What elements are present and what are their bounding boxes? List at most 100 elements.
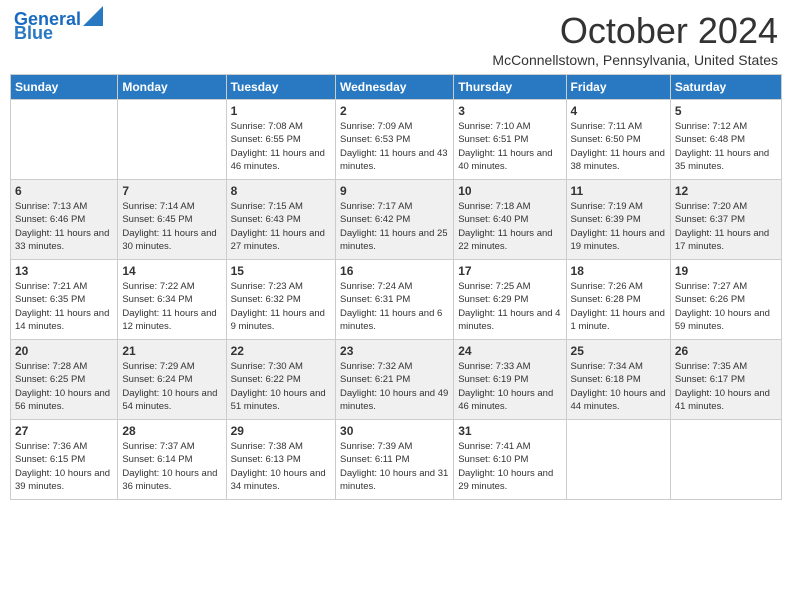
header-cell-sunday: Sunday xyxy=(11,75,118,100)
day-info: Sunrise: 7:10 AMSunset: 6:51 PMDaylight:… xyxy=(458,120,561,173)
day-info: Sunrise: 7:32 AMSunset: 6:21 PMDaylight:… xyxy=(340,360,449,413)
day-info: Sunrise: 7:26 AMSunset: 6:28 PMDaylight:… xyxy=(571,280,666,333)
day-info: Sunrise: 7:30 AMSunset: 6:22 PMDaylight:… xyxy=(231,360,331,413)
day-number: 18 xyxy=(571,264,666,278)
calendar-cell: 21 Sunrise: 7:29 AMSunset: 6:24 PMDayligh… xyxy=(118,340,226,420)
calendar-cell: 26 Sunrise: 7:35 AMSunset: 6:17 PMDayligh… xyxy=(670,340,781,420)
day-info: Sunrise: 7:11 AMSunset: 6:50 PMDaylight:… xyxy=(571,120,666,173)
calendar-cell: 1 Sunrise: 7:08 AMSunset: 6:55 PMDaylight… xyxy=(226,100,335,180)
day-number: 29 xyxy=(231,424,331,438)
calendar-cell: 23 Sunrise: 7:32 AMSunset: 6:21 PMDayligh… xyxy=(336,340,454,420)
day-info: Sunrise: 7:35 AMSunset: 6:17 PMDaylight:… xyxy=(675,360,777,413)
day-number: 31 xyxy=(458,424,561,438)
day-info: Sunrise: 7:24 AMSunset: 6:31 PMDaylight:… xyxy=(340,280,449,333)
day-number: 9 xyxy=(340,184,449,198)
day-info: Sunrise: 7:25 AMSunset: 6:29 PMDaylight:… xyxy=(458,280,561,333)
day-info: Sunrise: 7:08 AMSunset: 6:55 PMDaylight:… xyxy=(231,120,331,173)
calendar-cell xyxy=(11,100,118,180)
day-info: Sunrise: 7:38 AMSunset: 6:13 PMDaylight:… xyxy=(231,440,331,493)
day-number: 11 xyxy=(571,184,666,198)
calendar-cell: 31 Sunrise: 7:41 AMSunset: 6:10 PMDayligh… xyxy=(454,420,566,500)
calendar-cell: 8 Sunrise: 7:15 AMSunset: 6:43 PMDaylight… xyxy=(226,180,335,260)
day-number: 21 xyxy=(122,344,221,358)
calendar-cell: 20Sunrise: 7:28 AMSunset: 6:25 PMDayligh… xyxy=(11,340,118,420)
day-number: 16 xyxy=(340,264,449,278)
calendar-cell: 28Sunrise: 7:37 AMSunset: 6:14 PMDayligh… xyxy=(118,420,226,500)
header-cell-thursday: Thursday xyxy=(454,75,566,100)
calendar-cell: 5Sunrise: 7:12 AMSunset: 6:48 PMDaylight… xyxy=(670,100,781,180)
header: General Blue October 2024 McConnellstown… xyxy=(10,10,782,68)
calendar-cell xyxy=(566,420,670,500)
day-number: 6 xyxy=(15,184,113,198)
calendar-cell: 18 Sunrise: 7:26 AMSunset: 6:28 PMDayligh… xyxy=(566,260,670,340)
day-info: Sunrise: 7:27 AMSunset: 6:26 PMDaylight:… xyxy=(675,280,777,333)
day-info: Sunrise: 7:23 AMSunset: 6:32 PMDaylight:… xyxy=(231,280,331,333)
calendar-cell: 10 Sunrise: 7:18 AMSunset: 6:40 PMDayligh… xyxy=(454,180,566,260)
header-cell-tuesday: Tuesday xyxy=(226,75,335,100)
logo-blue-text: Blue xyxy=(14,23,53,43)
header-cell-monday: Monday xyxy=(118,75,226,100)
calendar-cell: 17 Sunrise: 7:25 AMSunset: 6:29 PMDayligh… xyxy=(454,260,566,340)
day-info: Sunrise: 7:19 AMSunset: 6:39 PMDaylight:… xyxy=(571,200,666,253)
day-number: 10 xyxy=(458,184,561,198)
day-info: Sunrise: 7:15 AMSunset: 6:43 PMDaylight:… xyxy=(231,200,331,253)
calendar-cell: 16 Sunrise: 7:24 AMSunset: 6:31 PMDayligh… xyxy=(336,260,454,340)
day-info: Sunrise: 7:33 AMSunset: 6:19 PMDaylight:… xyxy=(458,360,561,413)
day-info: Sunrise: 7:09 AMSunset: 6:53 PMDaylight:… xyxy=(340,120,449,173)
calendar-week-row: 27Sunrise: 7:36 AMSunset: 6:15 PMDayligh… xyxy=(11,420,782,500)
day-number: 8 xyxy=(231,184,331,198)
calendar-cell: 15 Sunrise: 7:23 AMSunset: 6:32 PMDayligh… xyxy=(226,260,335,340)
day-info: Sunrise: 7:21 AMSunset: 6:35 PMDaylight:… xyxy=(15,280,113,333)
day-info: Sunrise: 7:37 AMSunset: 6:14 PMDaylight:… xyxy=(122,440,221,493)
calendar-header-row: SundayMondayTuesdayWednesdayThursdayFrid… xyxy=(11,75,782,100)
calendar-week-row: 6 Sunrise: 7:13 AMSunset: 6:46 PMDaylight… xyxy=(11,180,782,260)
day-number: 26 xyxy=(675,344,777,358)
calendar-table: SundayMondayTuesdayWednesdayThursdayFrid… xyxy=(10,74,782,500)
calendar-cell: 12Sunrise: 7:20 AMSunset: 6:37 PMDayligh… xyxy=(670,180,781,260)
calendar-cell: 4 Sunrise: 7:11 AMSunset: 6:50 PMDaylight… xyxy=(566,100,670,180)
day-number: 19 xyxy=(675,264,777,278)
calendar-cell: 13Sunrise: 7:21 AMSunset: 6:35 PMDayligh… xyxy=(11,260,118,340)
day-number: 27 xyxy=(15,424,113,438)
month-title: October 2024 xyxy=(492,10,778,52)
day-info: Sunrise: 7:41 AMSunset: 6:10 PMDaylight:… xyxy=(458,440,561,493)
day-number: 30 xyxy=(340,424,449,438)
calendar-cell: 27Sunrise: 7:36 AMSunset: 6:15 PMDayligh… xyxy=(11,420,118,500)
day-number: 22 xyxy=(231,344,331,358)
calendar-cell xyxy=(670,420,781,500)
header-cell-wednesday: Wednesday xyxy=(336,75,454,100)
day-info: Sunrise: 7:29 AMSunset: 6:24 PMDaylight:… xyxy=(122,360,221,413)
calendar-week-row: 20Sunrise: 7:28 AMSunset: 6:25 PMDayligh… xyxy=(11,340,782,420)
day-number: 17 xyxy=(458,264,561,278)
calendar-week-row: 13Sunrise: 7:21 AMSunset: 6:35 PMDayligh… xyxy=(11,260,782,340)
calendar-cell: 11 Sunrise: 7:19 AMSunset: 6:39 PMDayligh… xyxy=(566,180,670,260)
day-number: 2 xyxy=(340,104,449,118)
location: McConnellstown, Pennsylvania, United Sta… xyxy=(492,52,778,68)
day-number: 25 xyxy=(571,344,666,358)
logo: General Blue xyxy=(14,10,103,44)
calendar-cell: 6 Sunrise: 7:13 AMSunset: 6:46 PMDaylight… xyxy=(11,180,118,260)
day-info: Sunrise: 7:17 AMSunset: 6:42 PMDaylight:… xyxy=(340,200,449,253)
logo-icon xyxy=(83,6,103,26)
day-number: 23 xyxy=(340,344,449,358)
day-info: Sunrise: 7:34 AMSunset: 6:18 PMDaylight:… xyxy=(571,360,666,413)
calendar-cell xyxy=(118,100,226,180)
day-number: 15 xyxy=(231,264,331,278)
day-number: 24 xyxy=(458,344,561,358)
calendar-cell: 9 Sunrise: 7:17 AMSunset: 6:42 PMDaylight… xyxy=(336,180,454,260)
day-info: Sunrise: 7:22 AMSunset: 6:34 PMDaylight:… xyxy=(122,280,221,333)
day-number: 4 xyxy=(571,104,666,118)
calendar-cell: 24 Sunrise: 7:33 AMSunset: 6:19 PMDayligh… xyxy=(454,340,566,420)
day-number: 14 xyxy=(122,264,221,278)
calendar-cell: 25 Sunrise: 7:34 AMSunset: 6:18 PMDayligh… xyxy=(566,340,670,420)
day-info: Sunrise: 7:18 AMSunset: 6:40 PMDaylight:… xyxy=(458,200,561,253)
day-info: Sunrise: 7:13 AMSunset: 6:46 PMDaylight:… xyxy=(15,200,113,253)
calendar-cell: 14 Sunrise: 7:22 AMSunset: 6:34 PMDayligh… xyxy=(118,260,226,340)
calendar-cell: 7Sunrise: 7:14 AMSunset: 6:45 PMDaylight… xyxy=(118,180,226,260)
calendar-cell: 29 Sunrise: 7:38 AMSunset: 6:13 PMDayligh… xyxy=(226,420,335,500)
day-info: Sunrise: 7:14 AMSunset: 6:45 PMDaylight:… xyxy=(122,200,221,253)
day-number: 1 xyxy=(231,104,331,118)
title-block: October 2024 McConnellstown, Pennsylvani… xyxy=(492,10,778,68)
day-info: Sunrise: 7:28 AMSunset: 6:25 PMDaylight:… xyxy=(15,360,113,413)
day-number: 5 xyxy=(675,104,777,118)
